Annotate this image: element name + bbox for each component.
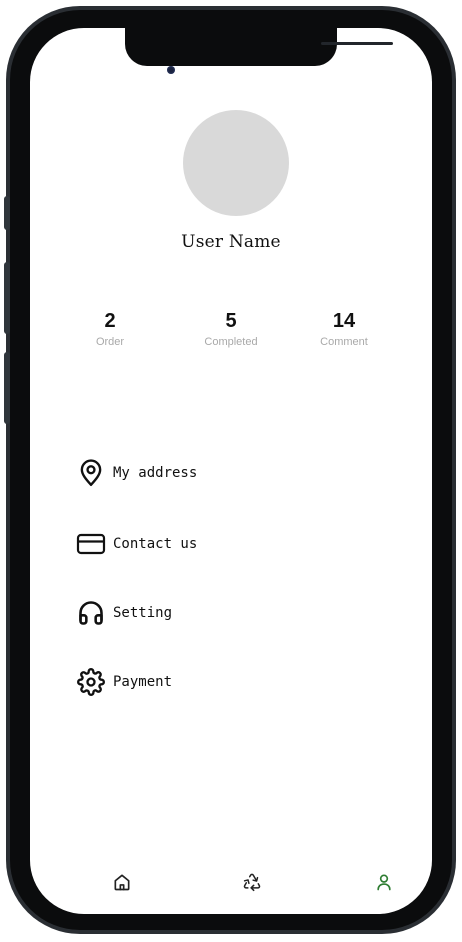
stat-completed: 5 Completed	[186, 310, 276, 348]
stat-value: 14	[332, 310, 356, 332]
headphones-icon	[76, 598, 106, 628]
menu-item-payment[interactable]: Payment	[76, 666, 172, 698]
menu-item-label: My address	[113, 465, 198, 481]
gear-icon	[76, 667, 106, 697]
home-icon	[112, 872, 132, 897]
screen: User Name 2 Order 5 Completed 14 Comment…	[30, 28, 432, 914]
speaker-grille	[321, 42, 393, 45]
nav-recycle[interactable]	[238, 870, 266, 898]
menu-item-setting[interactable]: Setting	[76, 597, 172, 629]
nav-profile[interactable]	[370, 870, 398, 898]
credit-card-icon	[76, 529, 106, 559]
stat-label: Comment	[320, 336, 368, 348]
stat-value: 2	[104, 310, 116, 332]
menu-item-contact-us[interactable]: Contact us	[76, 528, 197, 560]
menu-item-label: Setting	[113, 605, 173, 621]
map-pin-icon	[76, 458, 106, 488]
nav-home[interactable]	[108, 870, 136, 898]
menu-item-label: Contact us	[113, 536, 198, 552]
avatar[interactable]	[183, 110, 289, 216]
stat-value: 5	[225, 310, 237, 332]
page: User Name 2 Order 5 Completed 14 Comment…	[0, 0, 462, 942]
stat-label: Completed	[204, 336, 258, 348]
stat-order: 2 Order	[65, 310, 155, 348]
menu-item-label: Payment	[113, 674, 173, 690]
user-icon	[374, 872, 394, 897]
stat-comment: 14 Comment	[299, 310, 389, 348]
stat-label: Order	[95, 336, 125, 348]
notch	[125, 28, 393, 66]
front-camera	[167, 66, 175, 74]
user-name: User Name	[181, 232, 281, 252]
recycle-icon	[242, 872, 262, 897]
menu-item-my-address[interactable]: My address	[76, 457, 197, 489]
